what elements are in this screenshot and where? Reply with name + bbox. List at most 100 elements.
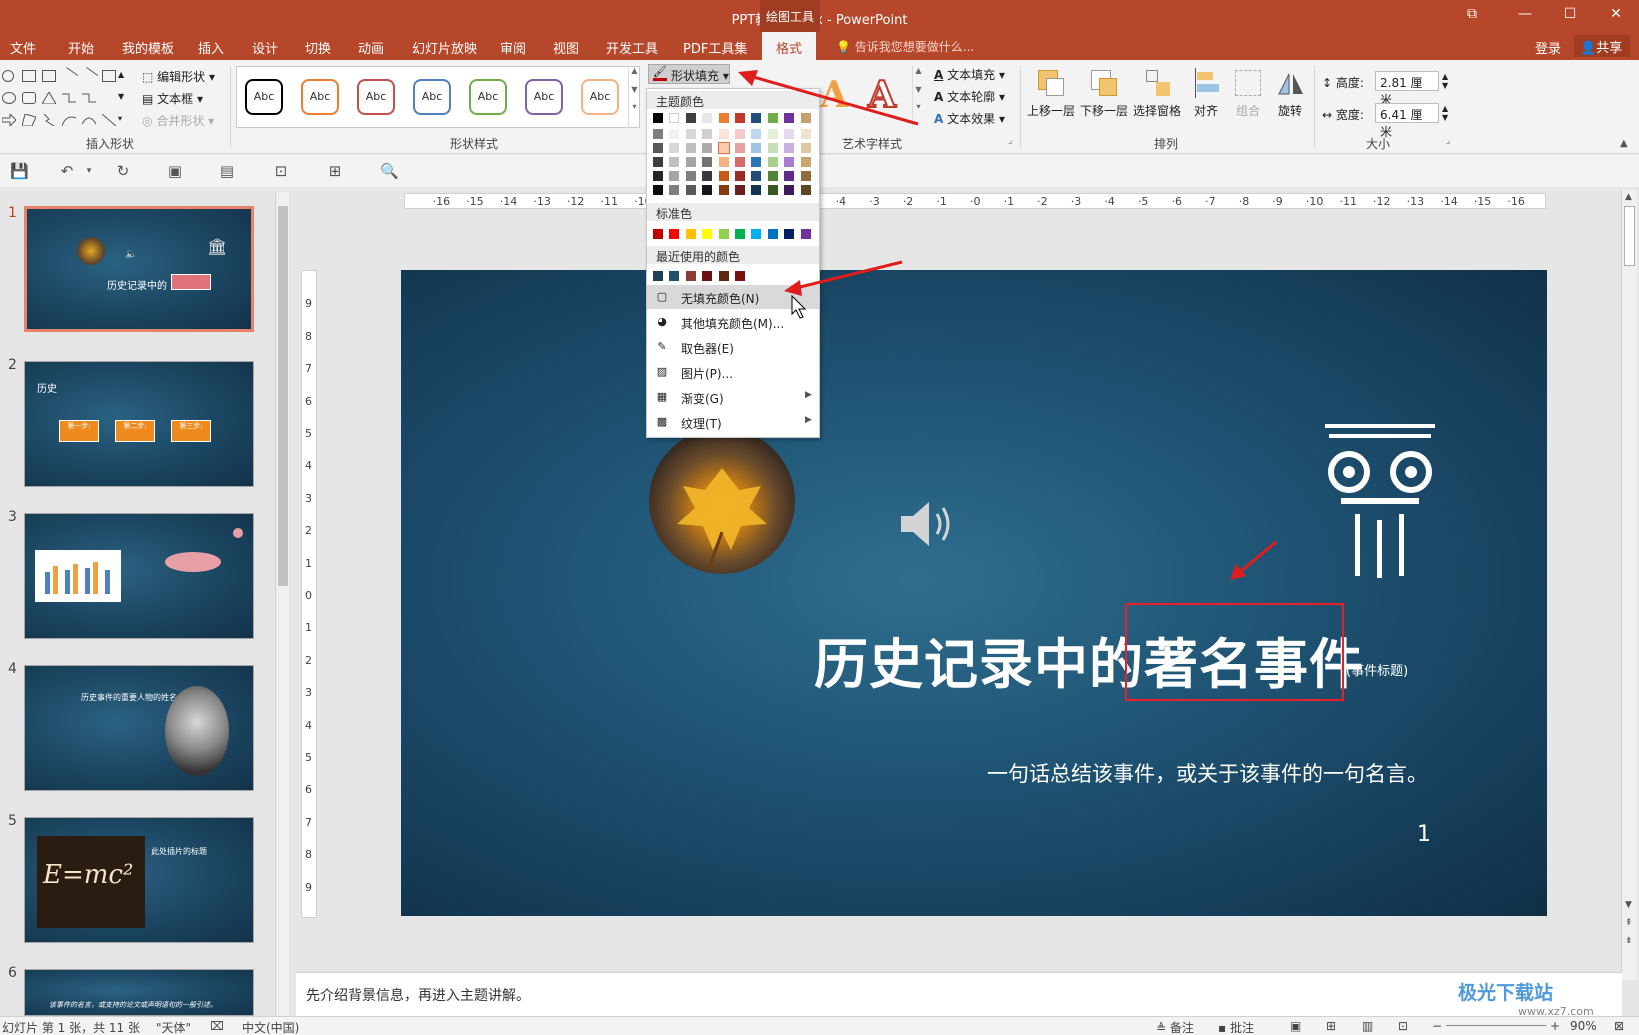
tab-my-templates[interactable]: 我的模板 [122,38,174,57]
theme-color-shade-swatch[interactable] [784,171,795,181]
speaker-icon[interactable] [899,494,959,557]
theme-color-shade-swatch[interactable] [702,185,713,195]
theme-color-shade-swatch[interactable] [718,171,729,181]
layout-icon[interactable]: ▤ [218,163,236,181]
ribbon-display-options-icon[interactable]: ⧉ [1462,6,1482,26]
theme-color-shade-swatch[interactable] [685,171,696,181]
theme-color-swatch[interactable] [784,113,795,123]
theme-color-swatch[interactable] [669,113,680,123]
lightning-shape-icon[interactable] [42,113,56,127]
scroll-thumb[interactable] [278,206,288,586]
previous-slide-icon[interactable]: ⇞ [1625,918,1633,928]
theme-color-swatch[interactable] [767,113,778,123]
comments-toggle[interactable]: ▪ 批注 [1218,1019,1254,1035]
style-preset-2[interactable]: Abc [301,79,339,115]
tab-format[interactable]: 格式 [762,32,817,60]
chevron-down-icon[interactable]: ▼ [913,85,924,94]
fill-menu-item[interactable]: ▩ 纹理(T) ▶ [647,410,819,434]
slide-thumbnail-6[interactable]: 该事件的名言，或支持的论文或声明语句的一般引述。 [24,969,254,1016]
edit-shape-button[interactable]: ⬚ 编辑形状 ▾ [142,68,215,85]
theme-color-shade-swatch[interactable] [669,129,680,139]
theme-color-shade-swatch[interactable] [767,129,778,139]
rounded-rect-shape-icon[interactable] [22,92,36,104]
scroll-up-icon[interactable]: ▲ [1625,192,1632,202]
theme-color-swatch[interactable] [800,113,811,123]
tab-view[interactable]: 视图 [553,38,579,57]
slide-thumbnail-3[interactable] [24,513,254,639]
merge-shapes-button[interactable]: ◎ 合并形状 ▾ [142,112,214,129]
theme-color-shade-swatch[interactable] [685,143,696,153]
theme-color-shade-swatch[interactable] [685,185,696,195]
fill-menu-item[interactable]: ✎ 取色器(E) [647,335,819,359]
standard-color-swatch[interactable] [702,229,713,239]
save-icon[interactable]: 💾 [10,163,29,181]
theme-color-shade-swatch[interactable] [653,157,663,167]
height-spinner-icon[interactable]: ▲ ▼ [1442,72,1448,90]
theme-color-shade-swatch[interactable] [767,185,778,195]
minimize-button[interactable]: — [1515,6,1535,26]
oval-shape-icon[interactable] [2,92,16,104]
spellcheck-icon[interactable]: ⌧ [210,1019,224,1033]
theme-color-shade-swatch[interactable] [702,129,713,139]
slideshow-view-icon[interactable]: ⊡ [1398,1019,1408,1033]
line-shape-icon[interactable] [59,67,79,85]
style-preset-7[interactable]: Abc [581,79,619,115]
next-slide-icon[interactable]: ⇟ [1625,936,1633,946]
undo-dropdown-icon[interactable]: ▾ [80,163,98,181]
rectangle-shape-icon[interactable] [102,70,116,82]
theme-color-shade-swatch[interactable] [800,171,811,181]
reading-view-icon[interactable]: ▥ [1362,1019,1373,1033]
theme-color-shade-swatch[interactable] [784,143,795,153]
wordart-gallery-scroll[interactable]: ▲ ▼ ▾ [912,66,924,128]
shapes-gallery[interactable]: ▲ ▼ ▾ [1,67,130,128]
maximize-button[interactable]: ☐ [1560,6,1580,26]
chevron-down-icon[interactable]: ▼ [629,85,640,94]
theme-color-shade-swatch[interactable] [800,185,811,195]
send-backward-button[interactable]: 下移一层 [1078,64,1130,119]
tab-design[interactable]: 设计 [252,38,278,57]
textbox-shape-icon[interactable] [22,70,36,82]
theme-color-swatch[interactable] [735,113,745,123]
tab-animations[interactable]: 动画 [358,38,384,57]
style-preset-5[interactable]: Abc [469,79,507,115]
notes-pane[interactable]: 先介绍背景信息，再进入主题讲解。 [296,972,1622,1016]
triangle-shape-icon[interactable] [41,91,57,105]
theme-color-shade-swatch[interactable] [784,185,795,195]
theme-color-shade-swatch[interactable] [800,129,811,139]
tab-home[interactable]: 开始 [68,38,94,57]
standard-color-swatch[interactable] [767,229,778,239]
text-effects-button[interactable]: A 文本效果 ▾ [934,110,1005,127]
fit-to-window-icon[interactable]: ⊠ [1614,1019,1624,1033]
tab-transitions[interactable]: 切换 [305,38,331,57]
theme-color-shade-swatch[interactable] [800,143,811,153]
slide-thumbnail-4[interactable]: 历史事件的重要人物的姓名 [24,665,254,791]
theme-color-shade-swatch[interactable] [718,157,729,167]
slide-sorter-icon[interactable]: ⊞ [1326,1019,1336,1033]
theme-color-shade-swatch[interactable] [685,129,696,139]
more-icon[interactable]: ▾ [913,102,924,111]
theme-color-shade-swatch[interactable] [735,157,745,167]
tell-me-search[interactable]: 💡 告诉我您想要做什么... [836,38,974,55]
art-styles-launcher-icon[interactable]: ⌟ [1008,136,1012,146]
theme-color-shade-swatch[interactable] [669,157,680,167]
selected-textbox-highlight[interactable] [1125,603,1344,701]
theme-color-shade-swatch[interactable] [685,157,696,167]
share-button[interactable]: 👤共享 [1574,35,1631,57]
recent-color-swatch[interactable] [669,271,680,281]
theme-color-shade-swatch[interactable] [702,171,713,181]
gear-shape-icon[interactable] [2,70,14,82]
theme-color-shade-swatch[interactable] [653,171,663,181]
theme-color-swatch[interactable] [718,113,729,123]
thumbnails-scrollbar[interactable] [275,192,289,1016]
slide-subtitle[interactable]: 一句话总结该事件，或关于该事件的一句名言。 [987,758,1428,788]
more-icon[interactable]: ▾ [629,102,640,111]
zoom-in-icon[interactable]: + [1550,1019,1560,1033]
standard-color-swatch[interactable] [669,229,680,239]
gallery-up-icon[interactable]: ▲ [118,70,128,82]
fill-menu-item[interactable]: ▢ 无填充颜色(N) [647,285,819,309]
freeform-shape-icon[interactable] [21,113,37,127]
text-fill-button[interactable]: A 文本填充 ▾ [934,66,1005,83]
theme-color-shade-swatch[interactable] [653,143,663,153]
chevron-up-icon[interactable]: ▲ [629,66,640,75]
standard-color-swatch[interactable] [751,229,762,239]
